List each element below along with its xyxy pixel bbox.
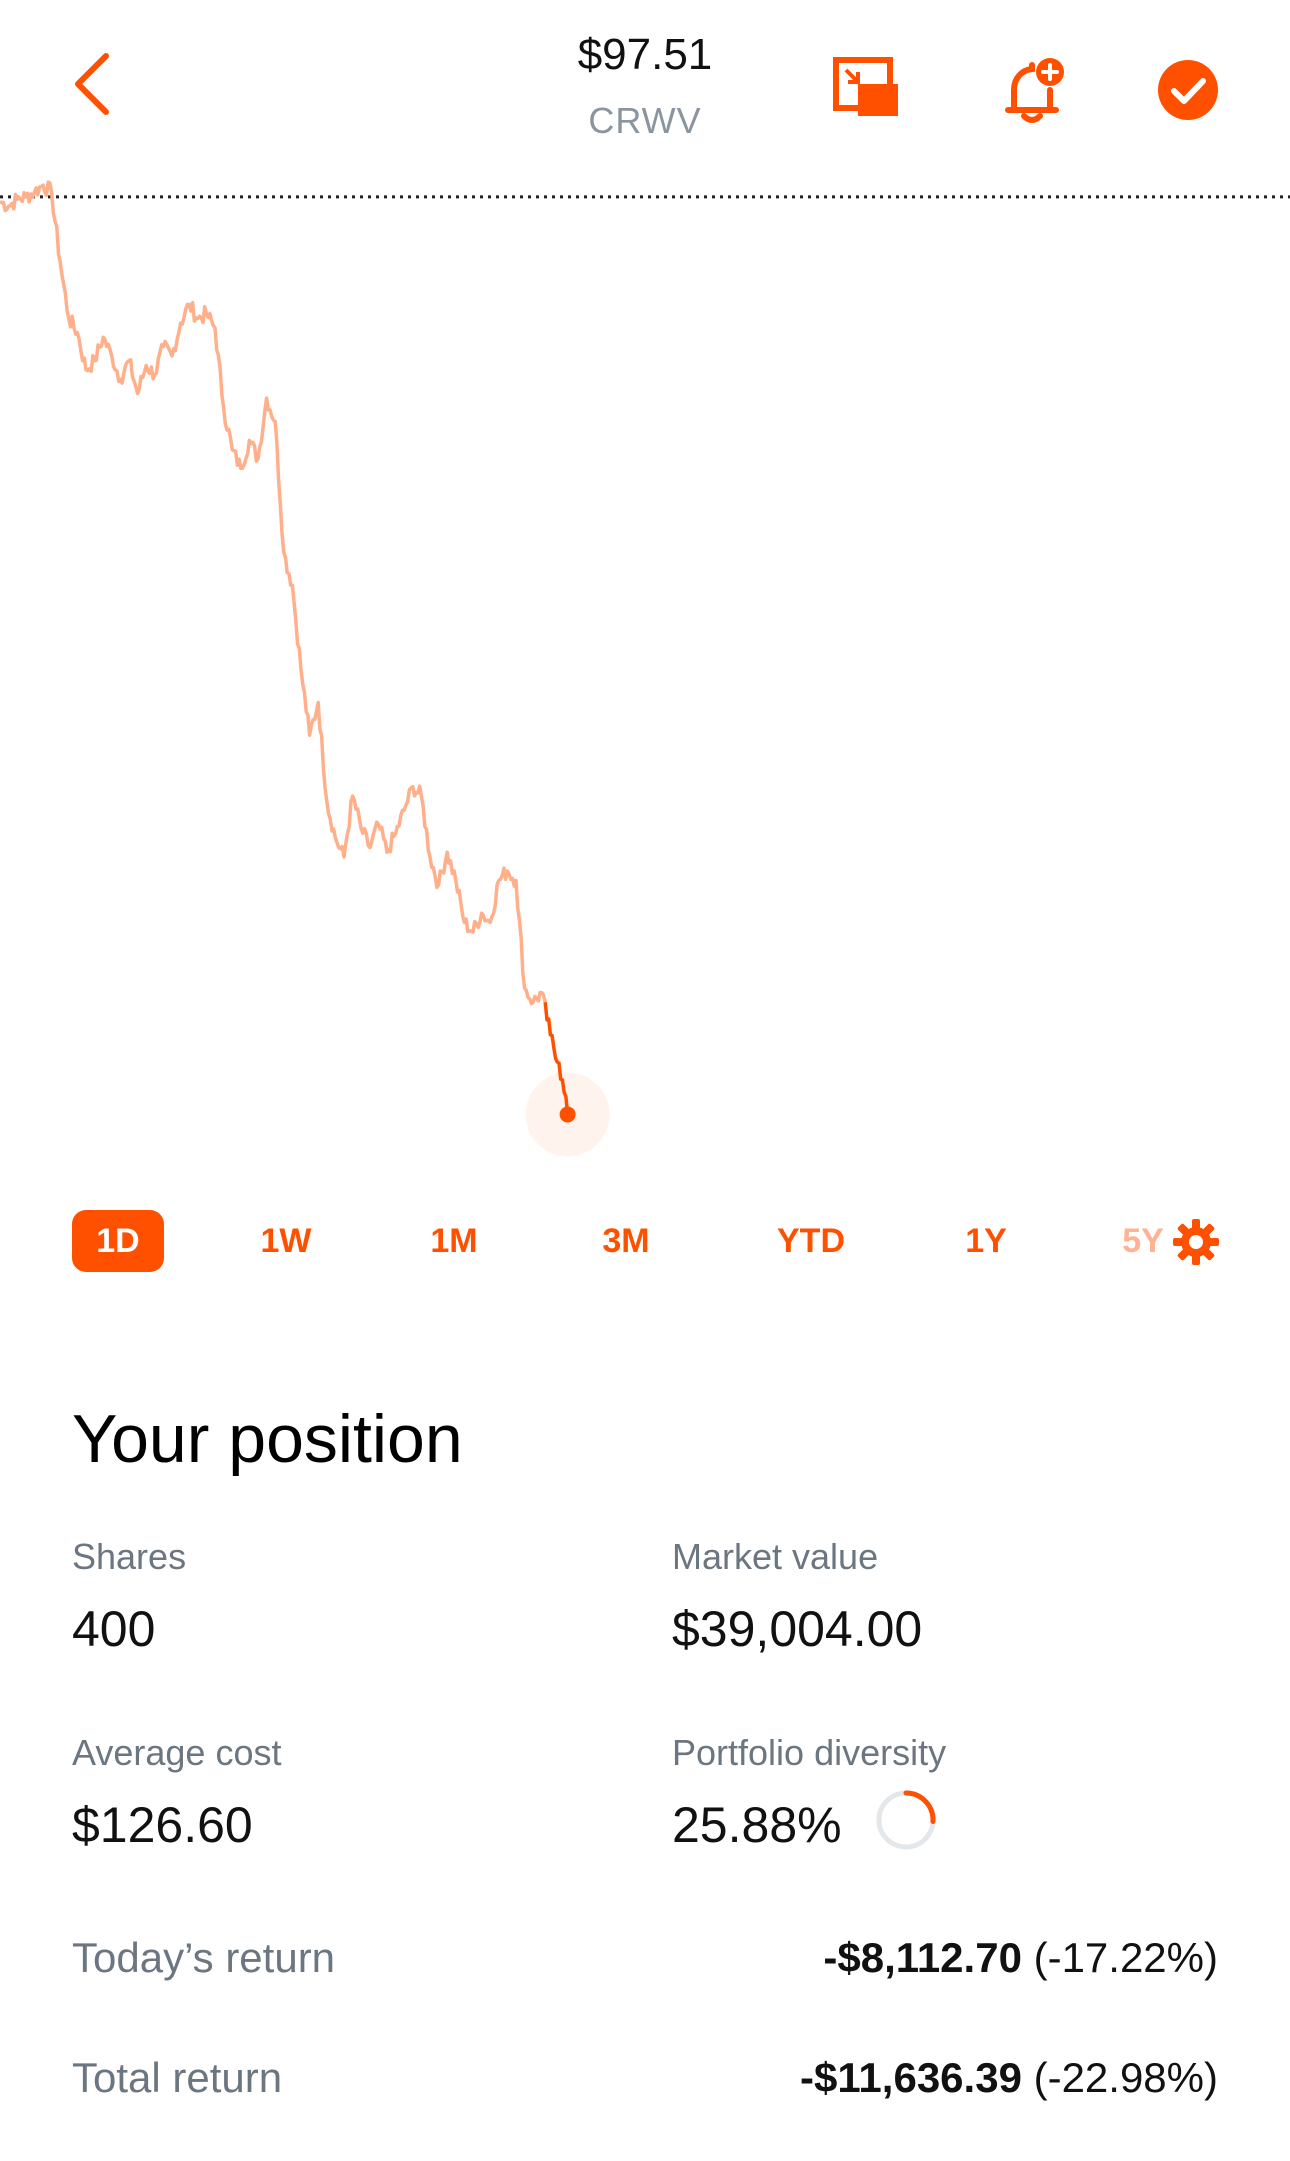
shares-label: Shares (72, 1536, 187, 1577)
portfolio-diversity-label: Portfolio diversity (672, 1732, 947, 1773)
diversity-ring-icon (876, 1790, 936, 1850)
ticker-symbol: CRWV (588, 100, 702, 141)
range-ytd-button[interactable]: YTD (756, 1210, 866, 1272)
range-1y-button[interactable]: 1Y (940, 1210, 1032, 1272)
range-1m-button[interactable]: 1M (408, 1210, 500, 1272)
portfolio-diversity-value: 25.88% (672, 1797, 842, 1853)
range-3m-button[interactable]: 3M (580, 1210, 672, 1272)
range-selector: 1D 1W 1M 3M YTD 1Y 5Y (0, 1210, 1290, 1280)
current-price: $97.51 (577, 30, 713, 79)
range-1d-button[interactable]: 1D (72, 1210, 164, 1272)
gear-icon[interactable] (1172, 1218, 1220, 1266)
position-heading: Your position (72, 1401, 463, 1477)
total-return-amount: -$11,636.39 (800, 2054, 1022, 2101)
shares-value: 400 (72, 1601, 156, 1657)
average-cost-label: Average cost (72, 1732, 282, 1773)
total-return-label: Total return (72, 2054, 283, 2101)
range-5y-button[interactable]: 5Y (1108, 1210, 1178, 1272)
picture-in-picture-icon (833, 57, 898, 116)
watchlist-checked-button[interactable] (1150, 52, 1226, 128)
total-return-percent: (-22.98%) (1033, 2054, 1218, 2101)
market-value: $39,004.00 (672, 1601, 923, 1657)
todays-return-value: -$8,112.70 (-17.22%) (823, 1934, 1218, 1982)
add-alert-button[interactable] (996, 52, 1072, 128)
average-cost-value: $126.60 (72, 1797, 253, 1853)
last-price-dot (559, 1106, 576, 1123)
picture-in-picture-button[interactable] (830, 52, 906, 128)
price-chart[interactable] (0, 150, 1290, 1180)
checkmark-circle-icon (1158, 60, 1218, 120)
todays-return-percent: (-17.22%) (1033, 1934, 1218, 1981)
price-line (0, 180, 547, 1006)
todays-return-label: Today’s return (72, 1934, 336, 1981)
market-value-label: Market value (672, 1536, 879, 1577)
bell-add-icon (1005, 58, 1064, 123)
todays-return-amount: -$8,112.70 (823, 1934, 1022, 1981)
total-return-value: -$11,636.39 (-22.98%) (800, 2054, 1218, 2102)
top-bar: $97.51 CRWV (0, 0, 1290, 160)
range-1w-button[interactable]: 1W (240, 1210, 332, 1272)
